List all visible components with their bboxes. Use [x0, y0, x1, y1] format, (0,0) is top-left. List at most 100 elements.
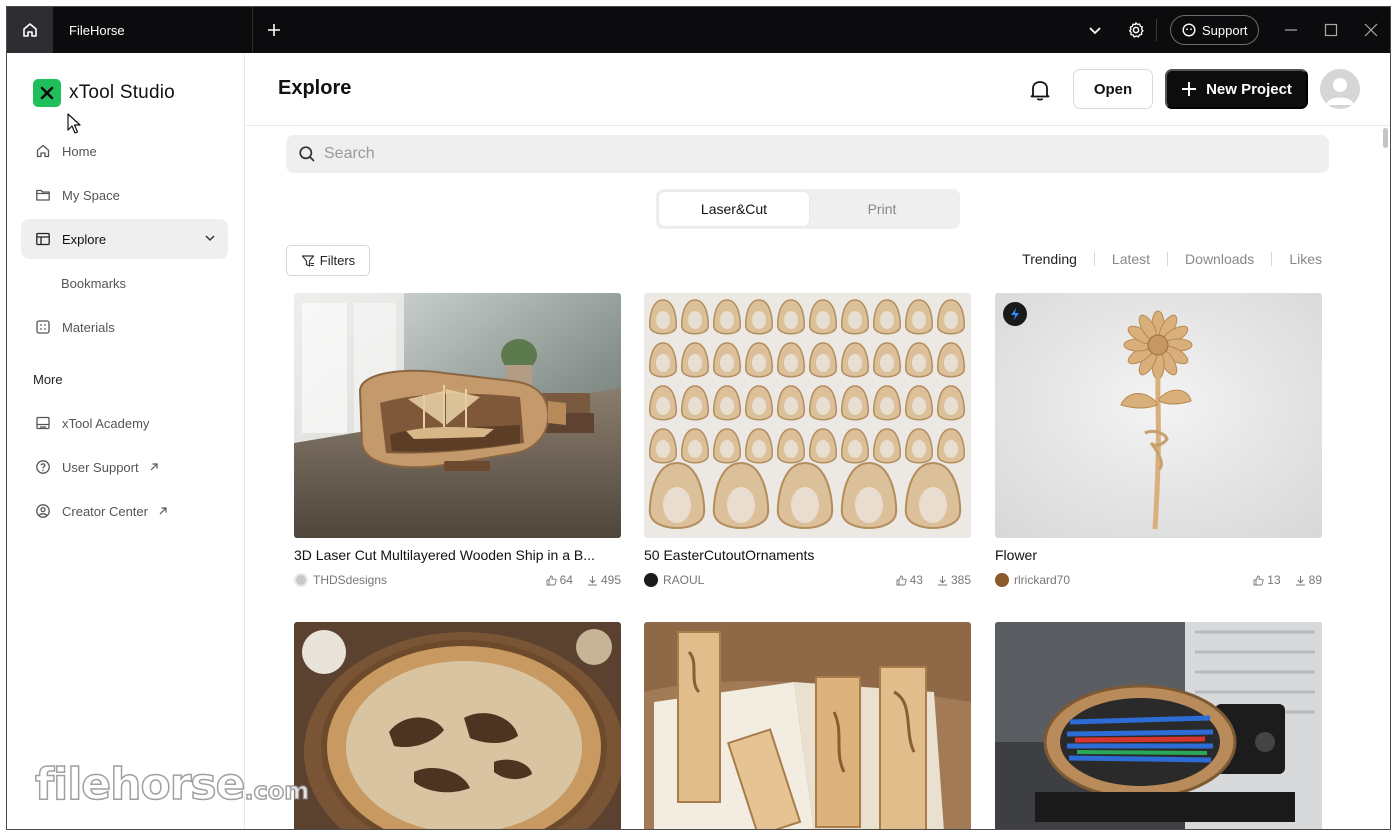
explore-icon	[34, 230, 52, 248]
support-button[interactable]: Support	[1170, 15, 1259, 45]
gear-icon	[1128, 22, 1144, 38]
app-name: xTool Studio	[69, 82, 175, 103]
project-title[interactable]: 3D Laser Cut Multilayered Wooden Ship in…	[294, 547, 621, 563]
watermark-suffix: .com	[244, 776, 310, 806]
sidebar-item-label: User Support	[62, 459, 139, 475]
maximize-icon	[1324, 23, 1338, 37]
filters-button[interactable]: Filters	[286, 245, 370, 276]
grid-icon	[34, 318, 52, 336]
main-header: Explore Open New Project	[246, 53, 1390, 126]
sidebar-item-explore[interactable]: Explore	[21, 219, 228, 259]
plus-icon	[268, 24, 280, 36]
sidebar-item-label: xTool Academy	[62, 415, 150, 431]
category-toggle: Laser&Cut Print	[656, 189, 960, 229]
download-icon	[1295, 575, 1305, 585]
sidebar-item-materials[interactable]: Materials	[21, 307, 228, 347]
downloads-count: 385	[950, 573, 971, 587]
project-thumbnail[interactable]	[644, 293, 971, 538]
external-link-icon	[150, 463, 158, 471]
sidebar-item-home[interactable]: Home	[21, 131, 228, 171]
download-icon	[587, 575, 597, 585]
notifications-button[interactable]	[1027, 77, 1053, 103]
project-author[interactable]: RAOUL	[644, 573, 704, 587]
author-name: THDSdesigns	[313, 573, 388, 587]
page-title: Explore	[278, 77, 352, 99]
project-thumbnail[interactable]	[294, 293, 621, 538]
sidebar-item-label: Creator Center	[62, 503, 148, 519]
sort-options: Trending Latest Downloads Likes	[1005, 251, 1322, 267]
home-tab-button[interactable]	[7, 7, 53, 53]
support-icon	[1182, 23, 1196, 37]
sort-downloads[interactable]: Downloads	[1168, 251, 1271, 267]
thumbs-up-icon	[896, 575, 907, 585]
sidebar-item-my-space[interactable]: My Space	[21, 175, 228, 215]
title-bar: FileHorse Support	[7, 7, 1390, 53]
search-icon	[299, 146, 315, 162]
sort-latest[interactable]: Latest	[1095, 251, 1167, 267]
author-avatar	[644, 573, 658, 587]
avatar[interactable]	[1320, 69, 1360, 109]
scrollbar-thumb[interactable]	[1383, 128, 1388, 148]
watermark-text: filehorse	[34, 758, 246, 811]
thumbs-up-icon	[1253, 575, 1264, 585]
window-tab-title: FileHorse	[69, 22, 125, 38]
sidebar-item-bookmarks[interactable]: Bookmarks	[61, 276, 126, 291]
minimize-icon	[1285, 29, 1297, 31]
app-window: FileHorse Support xTool Studio Home My S…	[6, 6, 1391, 830]
search-input[interactable]	[324, 145, 1224, 163]
main-content: Explore Open New Project Laser&Cut Print	[246, 53, 1390, 829]
author-avatar	[294, 573, 308, 587]
likes-count: 13	[1267, 573, 1281, 587]
dropdown-button[interactable]	[1081, 7, 1109, 53]
lightning-badge-icon	[1003, 302, 1027, 326]
open-button[interactable]: Open	[1073, 69, 1153, 109]
tab-laser-cut[interactable]: Laser&Cut	[659, 192, 809, 226]
window-tab[interactable]: FileHorse	[53, 7, 253, 53]
project-thumbnail[interactable]	[294, 622, 621, 829]
project-author[interactable]: rlrickard70	[995, 573, 1070, 587]
help-icon	[34, 458, 52, 476]
downloads-count: 89	[1308, 573, 1322, 587]
mouse-cursor-icon	[67, 113, 81, 134]
tab-print[interactable]: Print	[807, 192, 957, 226]
sidebar-item-user-support[interactable]: User Support	[21, 447, 228, 487]
filehorse-watermark: filehorse.com	[34, 758, 310, 811]
minimize-button[interactable]	[1279, 7, 1303, 53]
user-circle-icon	[34, 502, 52, 520]
home-icon	[34, 142, 52, 160]
project-stats: 43 385	[896, 573, 971, 587]
author-avatar	[995, 573, 1009, 587]
sidebar-item-xtool-academy[interactable]: xTool Academy	[21, 403, 228, 443]
sort-trending[interactable]: Trending	[1005, 251, 1094, 267]
project-thumbnail[interactable]	[995, 293, 1322, 538]
support-label: Support	[1202, 22, 1248, 38]
settings-button[interactable]	[1122, 7, 1150, 53]
project-title[interactable]: 50 EasterCutoutOrnaments	[644, 547, 971, 563]
project-meta: THDSdesigns 64 495	[294, 573, 621, 589]
author-name: RAOUL	[663, 573, 705, 587]
sort-likes[interactable]: Likes	[1272, 251, 1322, 267]
sidebar-item-label: Explore	[62, 231, 107, 247]
filter-icon	[301, 254, 314, 267]
project-author[interactable]: THDSdesigns	[294, 573, 387, 587]
search-bar[interactable]	[286, 135, 1329, 173]
sidebar-item-label: My Space	[62, 187, 120, 203]
brand[interactable]: xTool Studio	[33, 79, 175, 107]
likes-count: 43	[909, 573, 923, 587]
project-meta: rlrickard70 13 89	[995, 573, 1322, 589]
academy-icon	[34, 414, 52, 432]
project-thumbnail[interactable]	[644, 622, 971, 829]
project-meta: RAOUL 43 385	[644, 573, 971, 589]
close-button[interactable]	[1359, 7, 1383, 53]
likes-count: 64	[559, 573, 573, 587]
sidebar-item-creator-center[interactable]: Creator Center	[21, 491, 228, 531]
download-icon	[937, 575, 947, 585]
chevron-down-icon[interactable]	[204, 232, 216, 244]
maximize-button[interactable]	[1319, 7, 1343, 53]
titlebar-divider	[1156, 19, 1157, 41]
downloads-count: 495	[600, 573, 621, 587]
new-tab-button[interactable]	[262, 18, 286, 42]
project-thumbnail[interactable]	[995, 622, 1322, 829]
new-project-button[interactable]: New Project	[1165, 69, 1308, 109]
project-title[interactable]: Flower	[995, 547, 1322, 563]
